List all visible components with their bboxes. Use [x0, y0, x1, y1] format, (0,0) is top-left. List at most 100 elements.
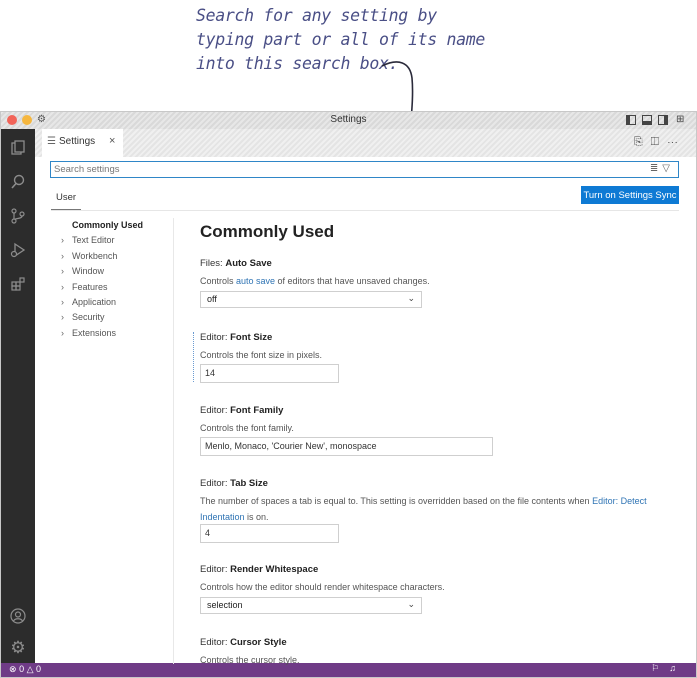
- setting-name: Render Whitespace: [230, 564, 319, 575]
- clear-filter-icon[interactable]: ≣: [650, 163, 662, 174]
- warning-icon: △: [26, 664, 34, 674]
- active-scope-indicator: [51, 209, 81, 210]
- more-actions-icon[interactable]: ⋯: [667, 136, 686, 148]
- setting-editor-font-family: Editor: Font Family Controls the font fa…: [200, 405, 680, 436]
- turn-on-settings-sync-button[interactable]: Turn on Settings Sync: [581, 186, 679, 204]
- toggle-panel-icon[interactable]: [642, 115, 652, 125]
- tab-size-input[interactable]: 4: [200, 524, 339, 543]
- setting-name: Tab Size: [230, 478, 268, 489]
- desc-text: Controls: [200, 276, 237, 286]
- editor-tabs: ☰ Settings × ⎘◫⋯: [35, 129, 696, 157]
- desc-text: is on.: [244, 512, 269, 522]
- problems-indicator[interactable]: ⊗ 0 △ 0: [9, 664, 41, 675]
- auto-save-dropdown[interactable]: off ⌄: [200, 291, 422, 308]
- dropdown-value: off: [207, 294, 217, 304]
- source-control-icon[interactable]: [1, 203, 35, 229]
- setting-description: Controls the font size in pixels.: [200, 350, 323, 360]
- filter-icon[interactable]: ▽: [662, 163, 674, 174]
- toc-item-label: Commonly Used: [72, 220, 144, 230]
- tab-settings[interactable]: ☰ Settings ×: [42, 129, 123, 157]
- toc-item-features[interactable]: › Features: [60, 282, 170, 297]
- font-size-input[interactable]: 14: [200, 364, 339, 383]
- setting-title: Editor: Font Size: [200, 332, 680, 343]
- toc-item-label: Window: [72, 266, 105, 277]
- setting-title: Editor: Cursor Style: [200, 637, 680, 648]
- tab-user-scope[interactable]: User: [56, 192, 76, 203]
- toc-item-commonly-used[interactable]: Commonly Used: [60, 220, 170, 235]
- setting-category: Editor:: [200, 564, 231, 575]
- toc-item-extensions[interactable]: › Extensions: [60, 328, 170, 343]
- explorer-icon[interactable]: [1, 135, 35, 161]
- chevron-right-icon: ›: [61, 312, 64, 323]
- setting-editor-render-whitespace: Editor: Render Whitespace Controls how t…: [200, 564, 680, 595]
- setting-category: Editor:: [200, 332, 231, 343]
- open-settings-json-icon[interactable]: ⎘: [634, 136, 651, 148]
- setting-category: Files:: [200, 258, 226, 269]
- render-whitespace-dropdown[interactable]: selection ⌄: [200, 597, 422, 614]
- toc-item-label: Security: [72, 312, 105, 323]
- warning-count: 0: [36, 664, 42, 674]
- setting-title: Editor: Tab Size: [200, 478, 680, 489]
- toc-item-text-editor[interactable]: › Text Editor: [60, 235, 170, 250]
- setting-description: Controls the font family.: [200, 423, 294, 433]
- setting-description: Controls how the editor should render wh…: [200, 582, 445, 592]
- toc-item-label: Features: [72, 281, 108, 292]
- accounts-icon[interactable]: [1, 603, 35, 629]
- section-heading: Commonly Used: [200, 222, 335, 241]
- search-input[interactable]: [54, 163, 634, 176]
- setting-focus-indicator: [193, 332, 194, 382]
- toc-item-label: Workbench: [72, 250, 118, 261]
- toc-divider: [173, 218, 174, 664]
- chevron-right-icon: ›: [61, 266, 64, 277]
- editor-actions: ⎘◫⋯: [634, 136, 686, 149]
- toc-item-application[interactable]: › Application: [60, 297, 170, 312]
- setting-editor-tab-size: Editor: Tab Size The number of spaces a …: [200, 478, 680, 525]
- setting-name: Font Size: [230, 332, 273, 343]
- setting-title: Editor: Render Whitespace: [200, 564, 680, 575]
- toc-item-security[interactable]: › Security: [60, 312, 170, 327]
- tab-label: Settings: [59, 136, 96, 147]
- setting-description: The number of spaces a tab is equal to. …: [200, 493, 650, 525]
- setting-category: Editor:: [200, 637, 231, 648]
- setting-category: Editor:: [200, 478, 231, 489]
- chevron-right-icon: ›: [61, 235, 64, 246]
- auto-save-link[interactable]: auto save: [236, 276, 275, 286]
- input-value: Menlo, Monaco, 'Courier New', monospace: [205, 441, 377, 451]
- setting-description: Controls the cursor style.: [200, 655, 300, 665]
- manage-gear-icon[interactable]: ⚙: [1, 635, 35, 661]
- toggle-sidebar-icon[interactable]: [626, 115, 636, 125]
- chevron-right-icon: ›: [61, 250, 64, 261]
- run-debug-icon[interactable]: [1, 237, 35, 263]
- toc-item-label: Application: [72, 296, 117, 307]
- search-actions: ≣▽: [650, 163, 674, 174]
- scope-divider: [51, 210, 679, 211]
- toc-item-label: Text Editor: [72, 235, 115, 246]
- close-tab-icon[interactable]: ×: [109, 135, 115, 147]
- error-count: 0: [19, 664, 25, 674]
- extensions-icon[interactable]: [1, 271, 35, 297]
- toc-item-window[interactable]: › Window: [60, 266, 170, 281]
- toc-item-workbench[interactable]: › Workbench: [60, 251, 170, 266]
- input-value: 4: [205, 528, 211, 538]
- setting-editor-cursor-style: Editor: Cursor Style Controls the cursor…: [200, 637, 680, 668]
- title-bar: ⚙ Settings ⊞: [1, 112, 696, 130]
- font-family-input[interactable]: Menlo, Monaco, 'Courier New', monospace: [200, 437, 493, 456]
- chevron-right-icon: ›: [61, 281, 64, 292]
- customize-layout-icon[interactable]: ⊞: [676, 114, 684, 125]
- search-settings-box: ≣▽: [50, 161, 679, 178]
- split-editor-icon[interactable]: ◫: [651, 136, 667, 148]
- setting-files-auto-save: Files: Auto Save Controls auto save of e…: [200, 258, 680, 289]
- error-icon: ⊗: [9, 664, 17, 674]
- settings-toc: Commonly Used › Text Editor › Workbench › W…: [60, 220, 170, 343]
- toggle-secondary-sidebar-icon[interactable]: [658, 115, 668, 125]
- setting-name: Cursor Style: [230, 637, 287, 648]
- setting-editor-font-size: Editor: Font Size Controls the font size…: [200, 332, 680, 363]
- toc-item-label: Extensions: [72, 327, 117, 338]
- setting-name: Auto Save: [225, 258, 272, 269]
- setting-title: Files: Auto Save: [200, 258, 680, 269]
- chevron-down-icon: ⌄: [407, 293, 415, 303]
- chevron-right-icon: ›: [61, 327, 64, 338]
- desc-text: of editors that have unsaved changes.: [275, 276, 430, 286]
- settings-file-icon: ☰: [47, 136, 56, 147]
- search-icon[interactable]: [1, 169, 35, 195]
